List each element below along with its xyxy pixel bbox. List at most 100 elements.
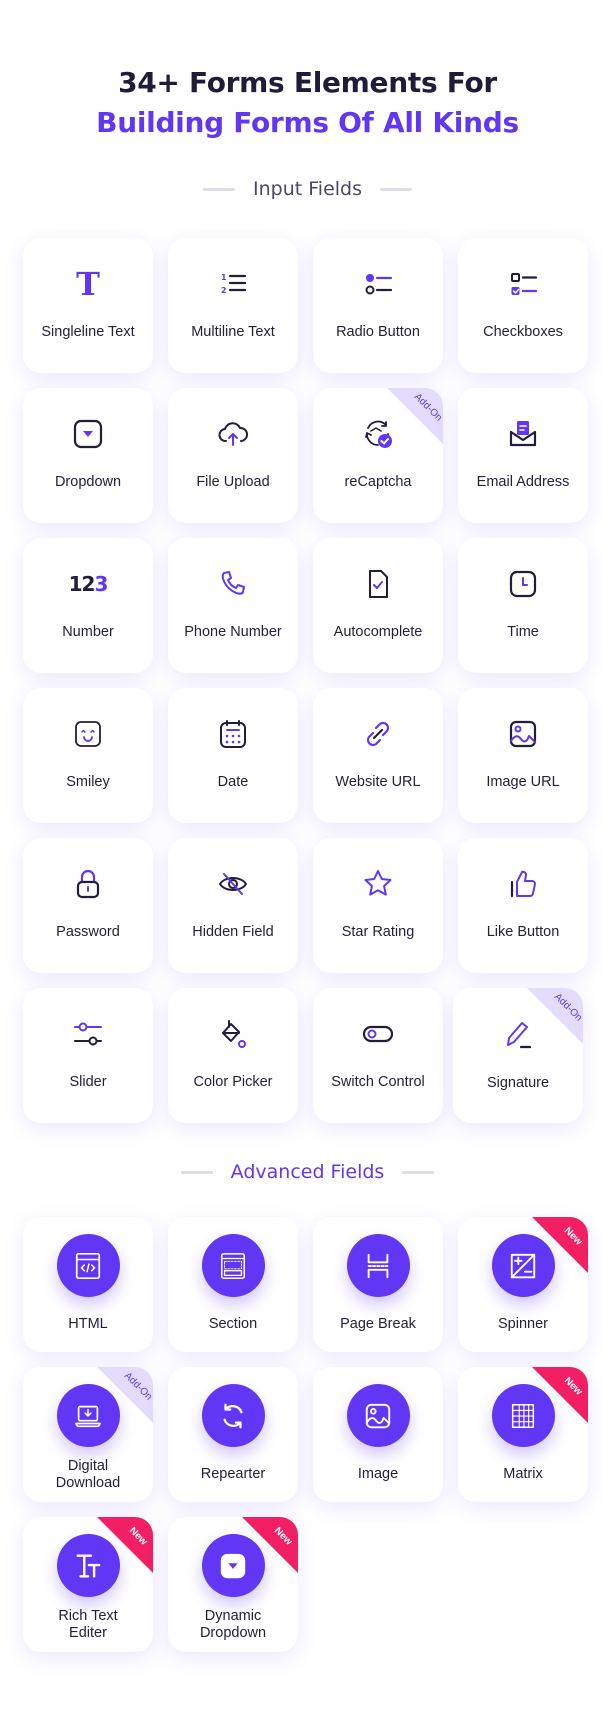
field-label: Repearter [200, 1466, 266, 1482]
field-card-digital-download[interactable]: Digital Download Add-On [23, 1367, 153, 1502]
field-card-password[interactable]: Password [23, 838, 153, 973]
image-icon [363, 1401, 393, 1431]
email-icon [507, 418, 539, 450]
field-card-number[interactable]: 123 Number [23, 538, 153, 673]
link-icon [362, 718, 394, 750]
field-card-time[interactable]: Time [458, 538, 588, 673]
field-label: Rich Text Editer [23, 1608, 153, 1642]
field-label: HTML [68, 1316, 108, 1332]
icon-circle [201, 1384, 265, 1447]
field-label: reCaptcha [344, 474, 412, 490]
field-card-date[interactable]: Date [168, 688, 298, 823]
field-label: Website URL [335, 774, 421, 790]
field-label: Dropdown [54, 474, 122, 490]
field-card-dynamic-dropdown[interactable]: Dynamic Dropdown New [168, 1517, 298, 1652]
section-layout-icon [218, 1251, 248, 1281]
field-card-signature[interactable]: Signature Add-On [453, 988, 583, 1123]
field-card-like-button[interactable]: Like Button [458, 838, 588, 973]
cloud-upload-icon [217, 418, 249, 450]
field-label: Color Picker [193, 1074, 273, 1090]
field-label: Slider [69, 1074, 107, 1090]
field-card-checkboxes[interactable]: Checkboxes [458, 238, 588, 373]
field-card-image-url[interactable]: Image URL [458, 688, 588, 823]
star-icon [362, 868, 394, 900]
field-card-spinner[interactable]: Spinner New [458, 1217, 588, 1352]
eye-off-icon [217, 868, 249, 900]
field-label: Date [217, 774, 249, 790]
slider-icon [72, 1018, 104, 1050]
field-label: Smiley [66, 774, 110, 790]
field-card-website-url[interactable]: Website URL [313, 688, 443, 823]
field-card-slider[interactable]: Slider [23, 988, 153, 1123]
field-label: Checkboxes [483, 324, 563, 340]
field-card-color-picker[interactable]: Color Picker [168, 988, 298, 1123]
section-title: Advanced Fields [230, 1161, 385, 1183]
divider [203, 187, 235, 191]
addon-badge: Add-On [97, 1367, 153, 1423]
section-title: Input Fields [253, 178, 362, 200]
autocomplete-icon [362, 568, 394, 600]
field-card-switch-control[interactable]: Switch Control [313, 988, 443, 1123]
icon-circle [56, 1234, 120, 1297]
toggle-icon [362, 1018, 394, 1050]
paint-bucket-icon [217, 1018, 249, 1050]
field-label: Phone Number [184, 624, 282, 640]
field-card-rich-text-editer[interactable]: Rich Text Editer New [23, 1517, 153, 1652]
field-card-page-break[interactable]: Page Break [313, 1217, 443, 1352]
field-label: Section [208, 1316, 258, 1332]
field-label: Radio Button [336, 324, 420, 340]
new-badge: New [242, 1517, 298, 1573]
new-badge: New [97, 1517, 153, 1573]
title-line-1: 34+ Forms Elements For [118, 66, 497, 99]
field-card-recaptcha[interactable]: reCaptcha Add-On [313, 388, 443, 523]
field-card-repearter[interactable]: Repearter [168, 1367, 298, 1502]
field-label: Matrix [503, 1466, 543, 1482]
code-window-icon [73, 1251, 103, 1281]
field-label: Email Address [476, 474, 570, 490]
text-t-icon: T [76, 265, 100, 303]
field-label: Switch Control [331, 1074, 425, 1090]
field-card-smiley[interactable]: Smiley [23, 688, 153, 823]
field-card-html[interactable]: HTML [23, 1217, 153, 1352]
checkbox-list-icon [507, 268, 539, 300]
field-card-singleline-text[interactable]: T Singleline Text [23, 238, 153, 373]
field-card-file-upload[interactable]: File Upload [168, 388, 298, 523]
addon-badge: Add-On [387, 388, 443, 444]
field-label-line: Rich Text [58, 1608, 118, 1624]
field-card-matrix[interactable]: Matrix New [458, 1367, 588, 1502]
field-card-email-address[interactable]: Email Address [458, 388, 588, 523]
field-card-autocomplete[interactable]: Autocomplete [313, 538, 443, 673]
divider [380, 187, 412, 191]
field-card-star-rating[interactable]: Star Rating [313, 838, 443, 973]
field-label: Number [62, 624, 114, 640]
field-card-multiline-text[interactable]: 1 2 Multiline Text [168, 238, 298, 373]
divider [402, 1170, 435, 1174]
page-break-icon [363, 1251, 393, 1281]
field-card-phone-number[interactable]: Phone Number [168, 538, 298, 673]
field-label: Autocomplete [333, 624, 423, 640]
field-label: Dynamic Dropdown [168, 1608, 298, 1642]
input-fields-heading: Input Fields [0, 178, 615, 200]
field-card-dropdown[interactable]: Dropdown [23, 388, 153, 523]
refresh-icon [218, 1401, 248, 1431]
field-card-radio-button[interactable]: Radio Button [313, 238, 443, 373]
field-label: Star Rating [341, 924, 415, 940]
field-label: Image URL [486, 774, 560, 790]
field-card-image[interactable]: Image [313, 1367, 443, 1502]
field-label-line: Dropdown [199, 1625, 267, 1641]
field-card-hidden-field[interactable]: Hidden Field [168, 838, 298, 973]
field-label-line: Editer [69, 1625, 107, 1641]
field-label-line: Download [55, 1475, 121, 1491]
field-label: Time [507, 624, 539, 640]
field-label: Password [56, 924, 120, 940]
numbered-list-icon: 12 [217, 268, 249, 300]
svg-text:1: 1 [221, 273, 227, 282]
divider [180, 1170, 213, 1174]
advanced-fields-heading: Advanced Fields [0, 1161, 615, 1183]
field-label: Page Break [340, 1316, 416, 1332]
field-label-line: Digital [67, 1458, 109, 1474]
phone-icon [217, 568, 249, 600]
field-label: Digital Download [23, 1458, 153, 1492]
field-card-section[interactable]: Section [168, 1217, 298, 1352]
number-icon: 123 [68, 572, 109, 596]
